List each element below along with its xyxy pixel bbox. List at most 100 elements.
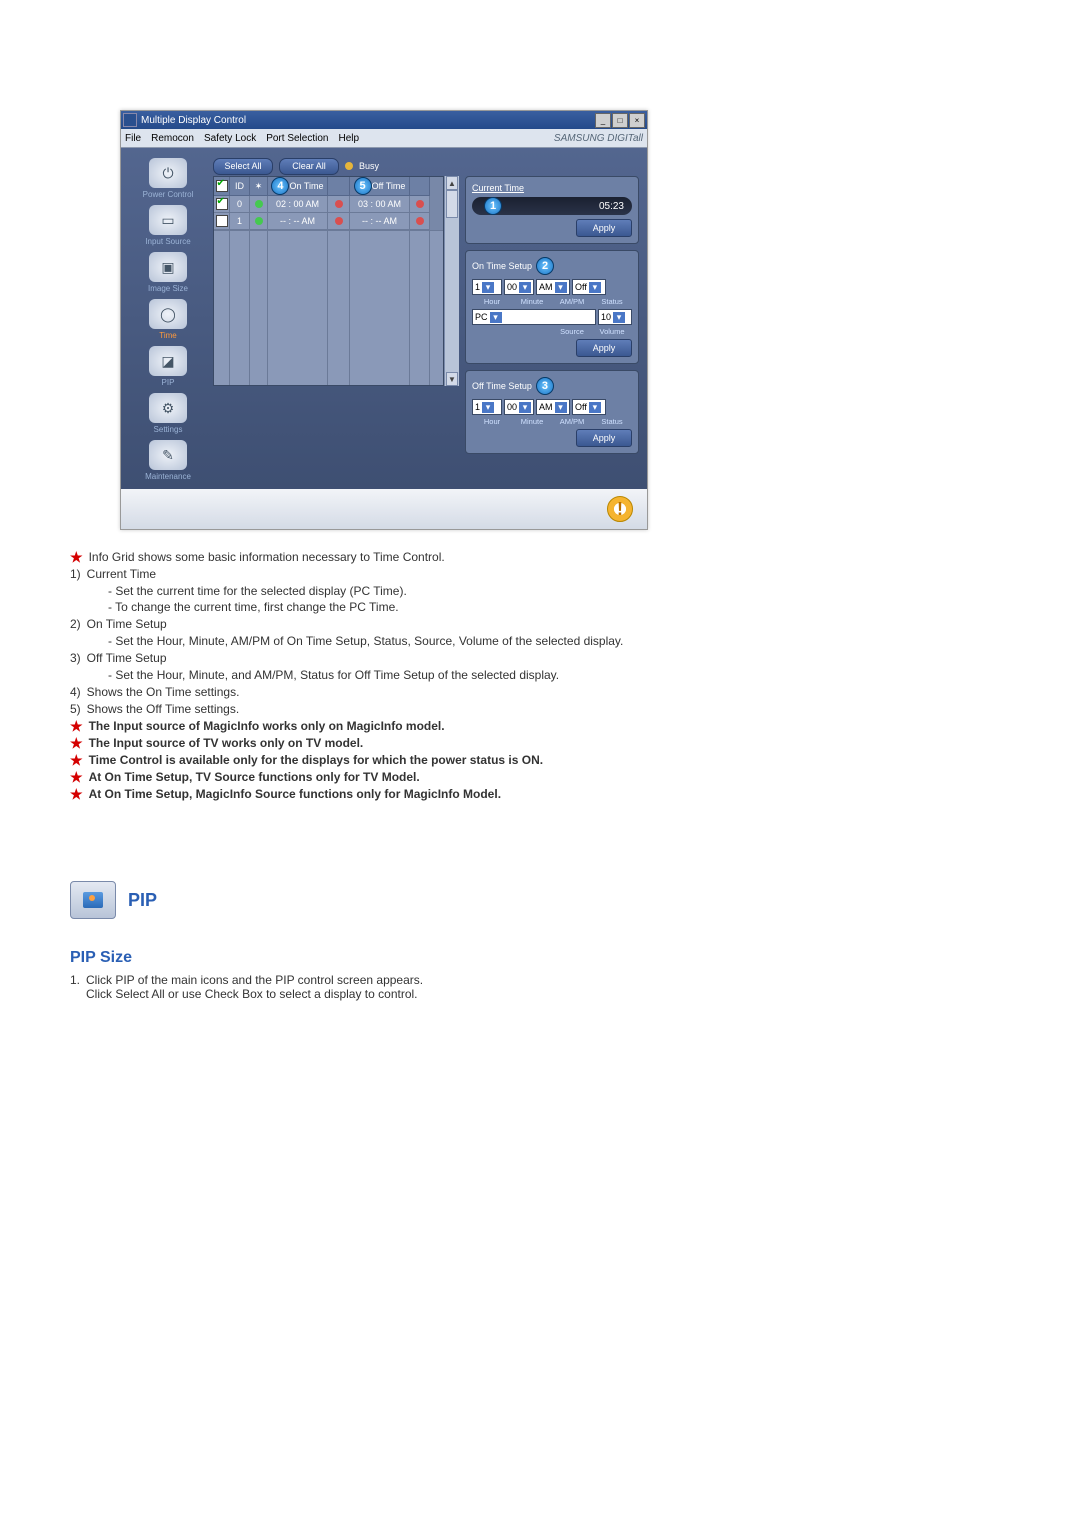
minimize-button[interactable]: _	[595, 113, 611, 128]
list-text: On Time Setup	[87, 617, 167, 631]
apply-button[interactable]: Apply	[576, 339, 632, 357]
sidebar-item-label: PIP	[129, 378, 207, 387]
ol-text: Click Select All or use Check Box to sel…	[86, 987, 423, 1001]
list-num: 1)	[70, 567, 81, 581]
doc-text: Info Grid shows some basic information n…	[89, 550, 445, 564]
col-off-time: 5 Off Time	[350, 177, 410, 196]
col-check	[214, 177, 230, 196]
apply-button[interactable]: Apply	[576, 429, 632, 447]
source-select[interactable]: PC▾	[472, 309, 596, 325]
status-dot-icon	[416, 200, 424, 208]
off-status-select[interactable]: Off▾	[572, 399, 606, 415]
pip-section-icon	[70, 881, 116, 919]
col-status: ✶	[250, 177, 268, 196]
select-all-button[interactable]: Select All	[213, 158, 273, 175]
sidebar-item-label: Input Source	[129, 237, 207, 246]
current-time-header: Current Time	[472, 183, 524, 193]
badge-3: 3	[536, 377, 554, 395]
section-title: PIP	[128, 890, 157, 911]
row-checkbox[interactable]	[216, 215, 228, 227]
sidebar-item-pip[interactable]: ◪ PIP	[129, 344, 207, 387]
menu-help[interactable]: Help	[338, 133, 359, 144]
list-sub: - Set the current time for the selected …	[108, 584, 1010, 598]
off-hour-select[interactable]: 1▾	[472, 399, 502, 415]
minute-select[interactable]: 00▾	[504, 279, 534, 295]
sidebar-item-label: Image Size	[129, 284, 207, 293]
status-dot-icon	[335, 217, 343, 225]
busy-label: Busy	[359, 161, 379, 171]
off-time-panel: Off Time Setup 3 1▾ 00▾ AM▾ Off▾ HourMin…	[465, 370, 639, 454]
scroll-thumb[interactable]	[446, 190, 458, 218]
star-icon: ★	[70, 736, 83, 750]
sidebar-item-time[interactable]: ◯ Time	[129, 297, 207, 340]
current-time-display: 1 05:23	[472, 197, 632, 215]
time-icon: ◯	[149, 299, 187, 329]
cell-on-time: -- : -- AM	[268, 213, 328, 230]
current-time-value: 05:23	[599, 201, 624, 212]
menu-safety-lock[interactable]: Safety Lock	[204, 133, 256, 144]
apply-button[interactable]: Apply	[576, 219, 632, 237]
table-row[interactable]: 1 -- : -- AM -- : -- AM	[214, 213, 443, 230]
badge-2: 2	[536, 257, 554, 275]
star-icon: ★	[70, 787, 83, 801]
sidebar-item-maintenance[interactable]: ✎ Maintenance	[129, 438, 207, 481]
close-button[interactable]: ×	[629, 113, 645, 128]
scroll-down-icon[interactable]: ▼	[446, 372, 458, 386]
star-icon: ★	[70, 753, 83, 767]
power-icon: ⏻	[149, 158, 187, 188]
list-sub: - Set the Hour, Minute, and AM/PM, Statu…	[108, 668, 1010, 682]
col-id: ID	[230, 177, 250, 196]
status-dot-icon	[255, 217, 263, 225]
maximize-button[interactable]: □	[612, 113, 628, 128]
clear-all-button[interactable]: Clear All	[279, 158, 339, 175]
off-time-header: Off Time Setup	[472, 381, 532, 391]
sidebar-item-label: Time	[129, 331, 207, 340]
list-text: Shows the Off Time settings.	[87, 702, 240, 716]
status-dot-icon	[416, 217, 424, 225]
current-time-panel: Current Time 1 05:23 Apply	[465, 176, 639, 244]
sidebar-item-input[interactable]: ▭ Input Source	[129, 203, 207, 246]
list-num: 2)	[70, 617, 81, 631]
sidebar-item-power[interactable]: ⏻ Power Control	[129, 156, 207, 199]
list-num: 5)	[70, 702, 81, 716]
sidebar-item-settings[interactable]: ⚙ Settings	[129, 391, 207, 434]
row-checkbox[interactable]	[216, 198, 228, 210]
off-ampm-select[interactable]: AM▾	[536, 399, 570, 415]
busy-icon	[345, 162, 353, 170]
warning-icon: !	[607, 496, 633, 522]
list-num: 4)	[70, 685, 81, 699]
scrollbar[interactable]: ▲ ▼	[444, 176, 459, 386]
info-grid: ID ✶ 4 On Time 5 Off Time 0 02 : 00 AM 0…	[213, 176, 444, 386]
scroll-up-icon[interactable]: ▲	[446, 176, 458, 190]
list-text: Shows the On Time settings.	[87, 685, 240, 699]
sidebar: ⏻ Power Control ▭ Input Source ▣ Image S…	[129, 156, 207, 481]
menu-file[interactable]: File	[125, 133, 141, 144]
ampm-select[interactable]: AM▾	[536, 279, 570, 295]
table-row[interactable]: 0 02 : 00 AM 03 : 00 AM	[214, 196, 443, 213]
section-header: PIP	[70, 881, 1010, 919]
settings-icon: ⚙	[149, 393, 187, 423]
badge-4: 4	[271, 177, 289, 195]
col-blank	[328, 177, 350, 196]
off-minute-select[interactable]: 00▾	[504, 399, 534, 415]
image-size-icon: ▣	[149, 252, 187, 282]
col-blank2	[410, 177, 430, 196]
menu-port-selection[interactable]: Port Selection	[266, 133, 328, 144]
volume-select[interactable]: 10▾	[598, 309, 632, 325]
footer-bar: !	[121, 489, 647, 529]
sidebar-item-image-size[interactable]: ▣ Image Size	[129, 250, 207, 293]
window-title: Multiple Display Control	[141, 115, 246, 126]
hour-select[interactable]: 1▾	[472, 279, 502, 295]
app-window: Multiple Display Control _ □ × File Remo…	[120, 110, 648, 530]
input-icon: ▭	[149, 205, 187, 235]
status-select[interactable]: Off▾	[572, 279, 606, 295]
list-sub: - To change the current time, first chan…	[108, 600, 1010, 614]
status-dot-icon	[335, 200, 343, 208]
menu-remocon[interactable]: Remocon	[151, 133, 194, 144]
cell-off-time: -- : -- AM	[350, 213, 410, 230]
cell-on-time: 02 : 00 AM	[268, 196, 328, 213]
brand-text: SAMSUNG DIGITall	[554, 133, 643, 144]
titlebar: Multiple Display Control _ □ ×	[121, 111, 647, 129]
list-num: 3)	[70, 651, 81, 665]
menubar: File Remocon Safety Lock Port Selection …	[121, 129, 647, 148]
